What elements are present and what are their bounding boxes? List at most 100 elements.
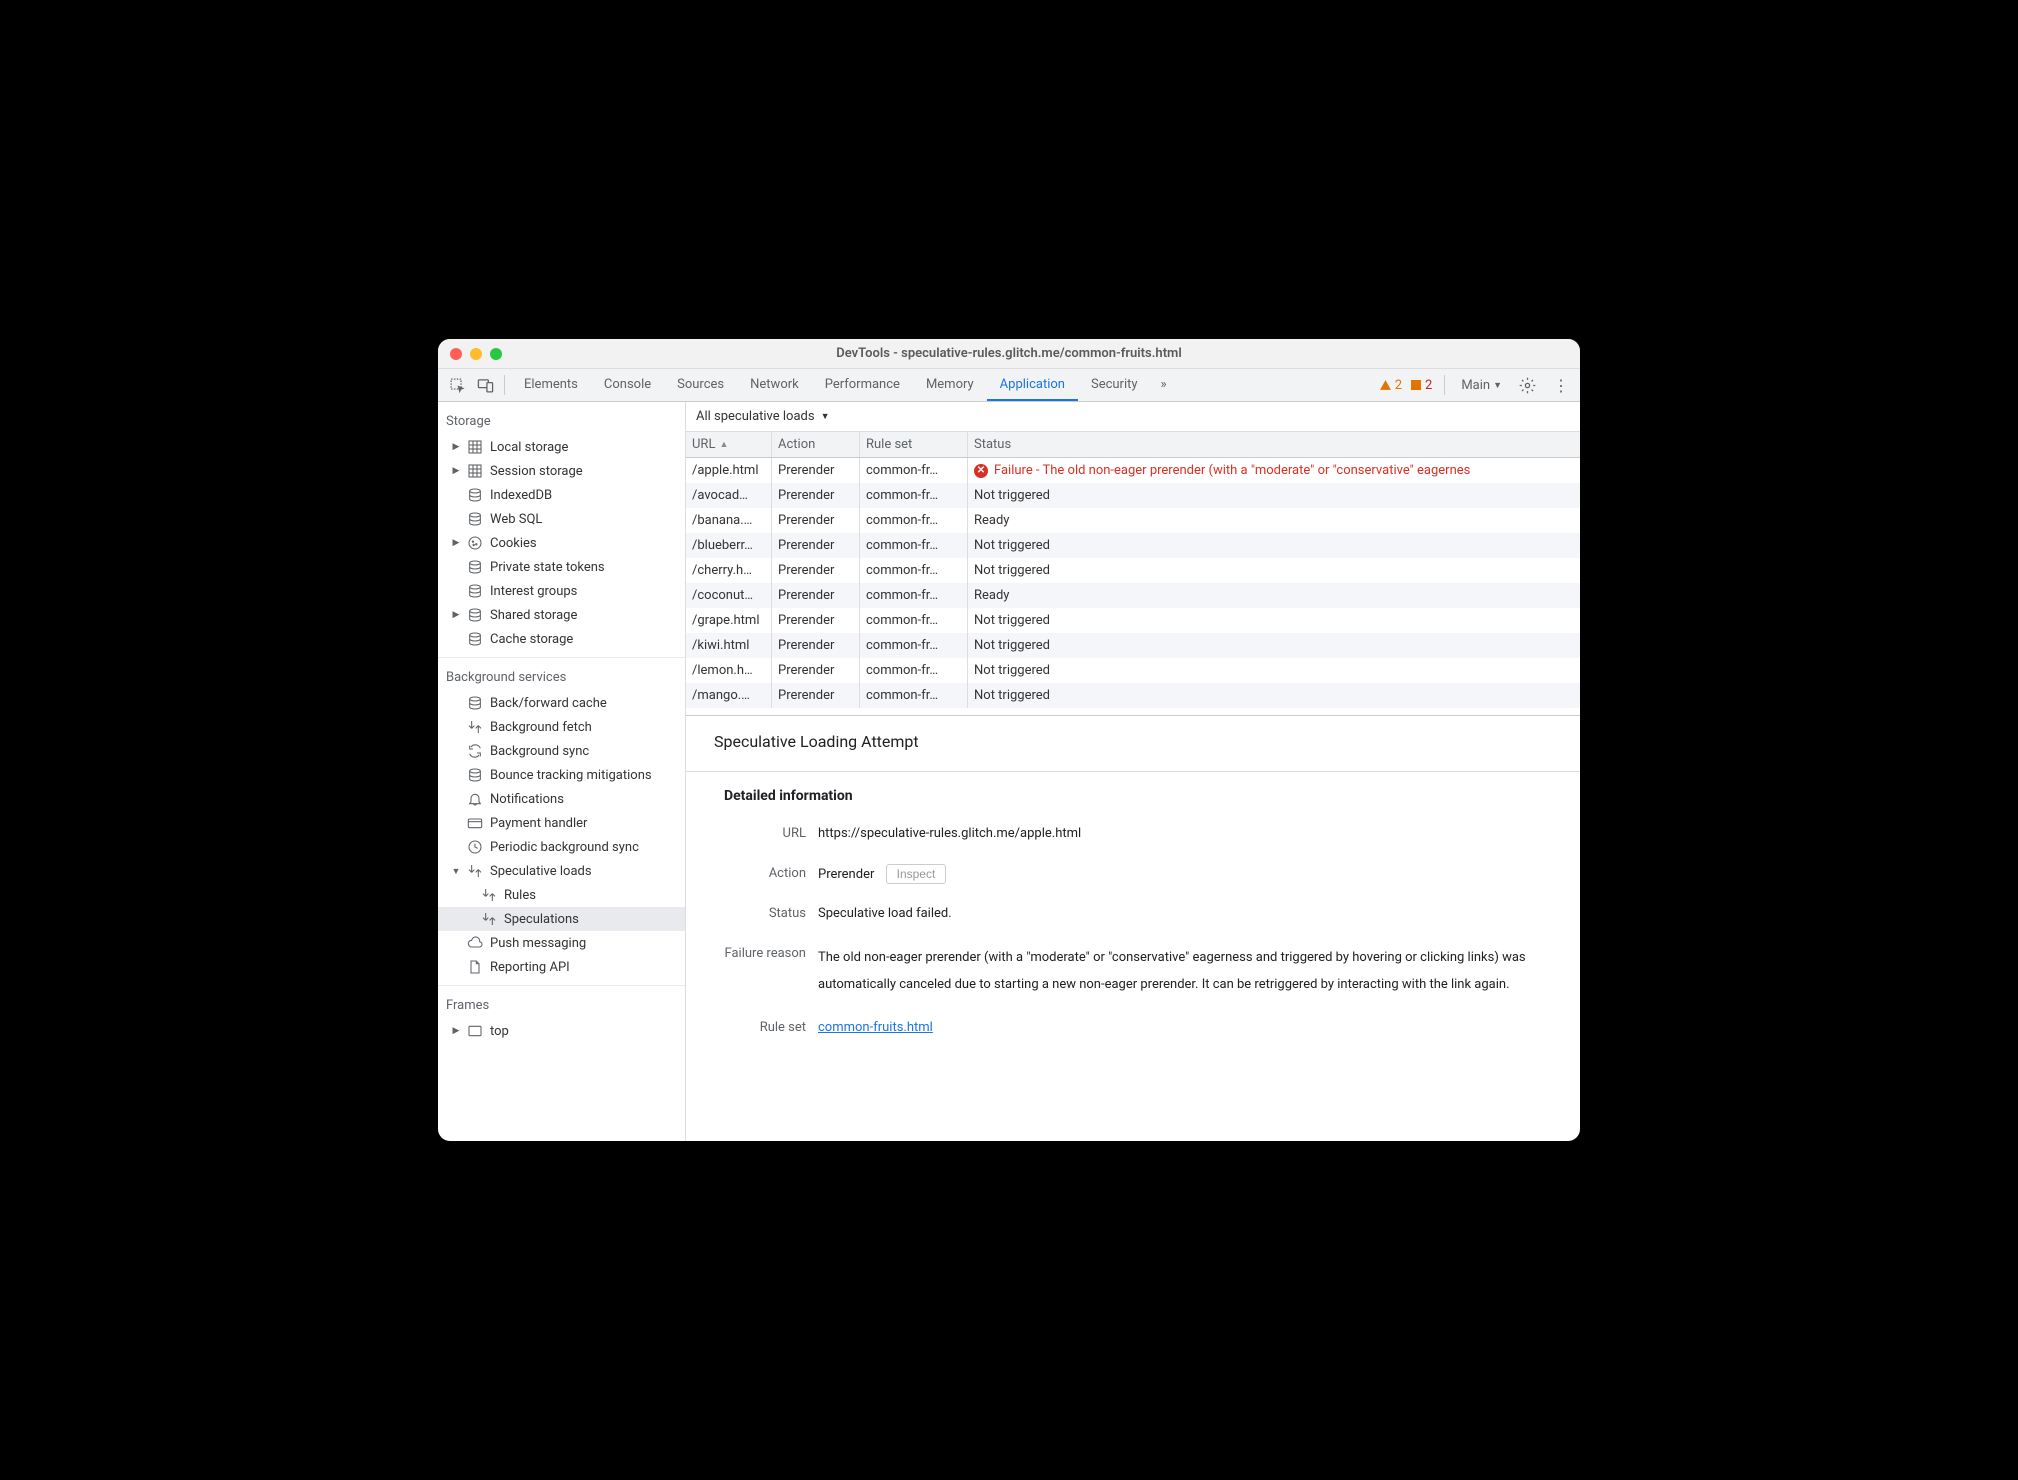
target-selector[interactable]: Main ▼ (1457, 378, 1506, 393)
storage-section-header: Storage (438, 408, 685, 435)
chevron-right-icon: » (1161, 377, 1167, 392)
table-row[interactable]: /cherry.h…Prerendercommon-fr…Not trigger… (686, 558, 1580, 583)
column-action[interactable]: Action (772, 432, 860, 457)
cell-url: /avocad… (686, 483, 772, 508)
column-url[interactable]: URL ▲ (686, 432, 772, 457)
sidebar-item-cache-storage[interactable]: Cache storage (438, 627, 685, 651)
device-toggle-icon[interactable] (472, 372, 498, 398)
cell-status: ✕Failure - The old non-eager prerender (… (968, 458, 1580, 483)
application-sidebar: Storage ▶Local storage▶Session storageIn… (438, 402, 686, 1141)
sidebar-item-local-storage[interactable]: ▶Local storage (438, 435, 685, 459)
tab-memory[interactable]: Memory (913, 369, 987, 401)
table-row[interactable]: /blueberr…Prerendercommon-fr…Not trigger… (686, 533, 1580, 558)
sidebar-item-back-forward-cache[interactable]: Back/forward cache (438, 691, 685, 715)
table-row[interactable]: /lemon.h…Prerendercommon-fr…Not triggere… (686, 658, 1580, 683)
sidebar-item-periodic-background-sync[interactable]: Periodic background sync (438, 835, 685, 859)
table-row[interactable]: /mango.…Prerendercommon-fr…Not triggered (686, 683, 1580, 708)
cell-status: Not triggered (968, 633, 1580, 658)
sidebar-item-label: Background sync (490, 744, 589, 759)
tab-application[interactable]: Application (987, 369, 1078, 401)
sidebar-item-label: Notifications (490, 792, 564, 807)
db-icon (466, 487, 484, 503)
sidebar-item-interest-groups[interactable]: Interest groups (438, 579, 685, 603)
tab-console[interactable]: Console (591, 369, 664, 401)
table-row[interactable]: /kiwi.htmlPrerendercommon-fr…Not trigger… (686, 633, 1580, 658)
more-options-icon[interactable]: ⋮ (1548, 372, 1574, 398)
sidebar-item-session-storage[interactable]: ▶Session storage (438, 459, 685, 483)
db-icon (466, 511, 484, 527)
sidebar-item-label: top (490, 1024, 509, 1039)
sidebar-item-notifications[interactable]: Notifications (438, 787, 685, 811)
inspect-button[interactable]: Inspect (886, 864, 947, 884)
cell-status: Ready (968, 508, 1580, 533)
cell-status: Not triggered (968, 483, 1580, 508)
cell-action: Prerender (772, 583, 860, 608)
details-heading: Speculative Loading Attempt (714, 732, 1560, 751)
db-icon (466, 695, 484, 711)
window-title: DevTools - speculative-rules.glitch.me/c… (450, 346, 1568, 361)
minimize-window-button[interactable] (470, 348, 482, 360)
table-row[interactable]: /banana.…Prerendercommon-fr…Ready (686, 508, 1580, 533)
sidebar-item-push-messaging[interactable]: Push messaging (438, 931, 685, 955)
cookie-icon (466, 535, 484, 551)
table-row[interactable]: /apple.htmlPrerendercommon-fr…✕Failure -… (686, 458, 1580, 483)
db-icon (466, 607, 484, 623)
maximize-window-button[interactable] (490, 348, 502, 360)
tab-network[interactable]: Network (737, 369, 812, 401)
sidebar-item-payment-handler[interactable]: Payment handler (438, 811, 685, 835)
main-toolbar: ElementsConsoleSourcesNetworkPerformance… (438, 369, 1580, 402)
divider (438, 657, 685, 658)
sidebar-item-label: Shared storage (490, 608, 577, 623)
sidebar-item-label: Background fetch (490, 720, 592, 735)
sidebar-item-top[interactable]: ▶top (438, 1019, 685, 1043)
sidebar-item-reporting-api[interactable]: Reporting API (438, 955, 685, 979)
main-area: Storage ▶Local storage▶Session storageIn… (438, 402, 1580, 1141)
cell-action: Prerender (772, 683, 860, 708)
sort-ascending-icon: ▲ (719, 439, 728, 450)
errors-indicator[interactable]: 2 (1410, 378, 1432, 393)
sidebar-item-rules[interactable]: Rules (438, 883, 685, 907)
table-row[interactable]: /coconut…Prerendercommon-fr…Ready (686, 583, 1580, 608)
error-icon: ✕ (974, 464, 988, 478)
sidebar-item-shared-storage[interactable]: ▶Shared storage (438, 603, 685, 627)
sidebar-item-background-fetch[interactable]: Background fetch (438, 715, 685, 739)
separator (504, 375, 505, 395)
detail-status-label: Status (724, 904, 818, 924)
sidebar-item-background-sync[interactable]: Background sync (438, 739, 685, 763)
column-ruleset[interactable]: Rule set (860, 432, 968, 457)
column-status[interactable]: Status (968, 432, 1580, 457)
sidebar-item-label: Cookies (490, 536, 537, 551)
ruleset-link[interactable]: common-fruits.html (818, 1020, 933, 1035)
cell-action: Prerender (772, 558, 860, 583)
speculative-loads-filter[interactable]: All speculative loads ▼ (696, 409, 830, 424)
divider (438, 985, 685, 986)
tab-elements[interactable]: Elements (511, 369, 591, 401)
inspect-element-icon[interactable] (444, 372, 470, 398)
tab-performance[interactable]: Performance (812, 369, 913, 401)
warnings-indicator[interactable]: 2 (1379, 378, 1402, 393)
cell-action: Prerender (772, 458, 860, 483)
table-body[interactable]: /apple.htmlPrerendercommon-fr…✕Failure -… (686, 458, 1580, 715)
sidebar-item-label: Session storage (490, 464, 583, 479)
settings-icon[interactable] (1514, 372, 1540, 398)
sidebar-item-web-sql[interactable]: Web SQL (438, 507, 685, 531)
more-tabs-button[interactable]: » (1153, 377, 1175, 394)
cell-ruleset: common-fr… (860, 608, 968, 633)
table-row[interactable]: /grape.htmlPrerendercommon-fr…Not trigge… (686, 608, 1580, 633)
tab-sources[interactable]: Sources (664, 369, 737, 401)
sidebar-item-speculative-loads[interactable]: ▼Speculative loads (438, 859, 685, 883)
sidebar-item-private-state-tokens[interactable]: Private state tokens (438, 555, 685, 579)
sidebar-item-speculations[interactable]: Speculations (438, 907, 685, 931)
close-window-button[interactable] (450, 348, 462, 360)
sidebar-item-bounce-tracking-mitigations[interactable]: Bounce tracking mitigations (438, 763, 685, 787)
table-row[interactable]: /avocad…Prerendercommon-fr…Not triggered (686, 483, 1580, 508)
tab-security[interactable]: Security (1078, 369, 1151, 401)
sidebar-item-indexeddb[interactable]: IndexedDB (438, 483, 685, 507)
db-icon (466, 767, 484, 783)
clock-icon (466, 839, 484, 855)
cell-action: Prerender (772, 658, 860, 683)
sidebar-item-cookies[interactable]: ▶Cookies (438, 531, 685, 555)
cell-action: Prerender (772, 508, 860, 533)
db-icon (466, 583, 484, 599)
cell-url: /coconut… (686, 583, 772, 608)
